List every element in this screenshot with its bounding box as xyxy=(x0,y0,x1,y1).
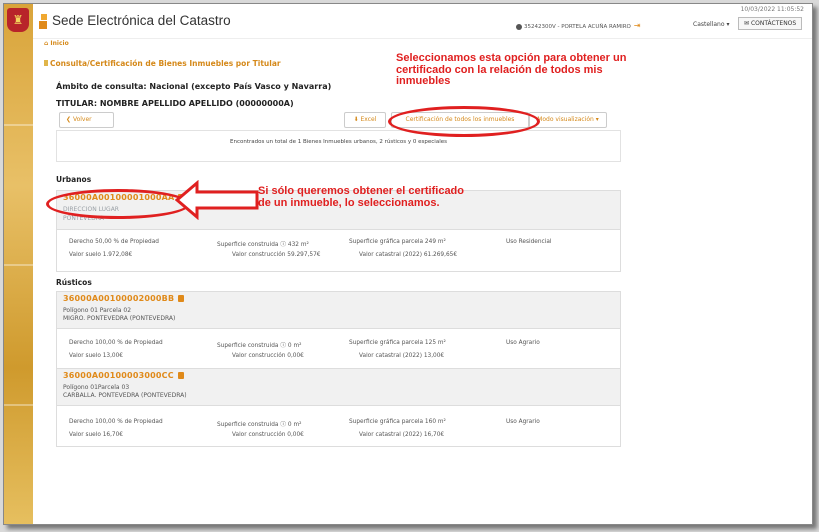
language-label: Castellano xyxy=(693,21,725,28)
titular-info: TITULAR: NOMBRE APELLIDO APELLIDO (00000… xyxy=(56,99,294,108)
highlight-ellipse xyxy=(388,106,540,137)
property-built-area: Superficie construida ⓘ 0 m² xyxy=(217,422,302,428)
excel-label: Excel xyxy=(360,116,377,123)
property-building-value: Valor construcción 0,00€ xyxy=(232,353,304,359)
property-use: Uso Agrario xyxy=(506,340,540,346)
page-title-text: Consulta/Certificación de Bienes Inmuebl… xyxy=(50,59,281,68)
property-built-area: Superficie construida ⓘ 0 m² xyxy=(217,343,302,349)
main-content: Sede Electrónica del Catastro 10/03/2022… xyxy=(33,4,812,524)
user-icon xyxy=(516,23,522,30)
datetime: 10/03/2022 11:05:52 xyxy=(740,6,804,13)
back-button[interactable]: ❮ Volver xyxy=(59,112,114,128)
view-mode-button[interactable]: Modo visualización ▾ xyxy=(529,112,607,128)
sidebar-stripe xyxy=(4,124,33,126)
left-arrow-icon xyxy=(175,180,259,220)
property-cadastral-value: Valor catastral (2022) 16,70€ xyxy=(359,432,445,438)
property-right: Derecho 100,00 % de Propiedad xyxy=(69,419,163,425)
property-header: 36000A00100002000BB Polígono 01 Parcela … xyxy=(57,292,620,329)
property-right: Derecho 50,00 % de Propiedad xyxy=(69,239,159,245)
document-icon[interactable] xyxy=(178,295,185,302)
decorative-sidebar: ♜ xyxy=(4,4,33,524)
sidebar-stripe xyxy=(4,264,33,266)
user-info[interactable]: 35242300V - PORTELA ACUÑA RAMIRO ⇥ xyxy=(516,21,641,30)
view-mode-label: Modo visualización xyxy=(537,116,594,123)
property-right: Derecho 100,00 % de Propiedad xyxy=(69,340,163,346)
user-name: 35242300V - PORTELA ACUÑA RAMIRO xyxy=(524,24,631,30)
back-label: Volver xyxy=(72,116,92,123)
property-graphic-area: Superficie gráfica parcela 160 m² xyxy=(349,419,446,425)
property-built-area: Superficie construida ⓘ 432 m² xyxy=(217,242,309,248)
page-title: Consulta/Certificación de Bienes Inmuebl… xyxy=(44,59,281,68)
site-header: Sede Electrónica del Catastro 10/03/2022… xyxy=(33,4,812,39)
summary-box: Encontrados un total de 1 Bienes Inmuebl… xyxy=(56,130,621,162)
breadcrumb-home[interactable]: Inicio xyxy=(50,40,68,47)
screenshot-frame: ♜ Sede Electrónica del Catastro 10/03/20… xyxy=(3,3,813,525)
property-use: Uso Agrario xyxy=(506,419,540,425)
property-ref[interactable]: 36000A00100003000CC xyxy=(63,371,174,380)
property-ref-link[interactable]: 36000A00100002000BB xyxy=(63,294,185,303)
chevron-down-icon: ▾ xyxy=(595,116,599,123)
property-land-value: Valor suelo 1.972,08€ xyxy=(69,252,133,258)
highlight-ellipse xyxy=(46,189,190,219)
home-icon: ⌂ xyxy=(44,40,49,47)
section-urbanos: Urbanos xyxy=(56,175,92,184)
sidebar-stripe xyxy=(4,404,33,406)
excel-button[interactable]: ⬇ Excel xyxy=(344,112,386,128)
contact-button[interactable]: ✉ CONTÁCTENOS xyxy=(738,17,803,30)
property-cadastral-value: Valor catastral (2022) 61.269,65€ xyxy=(359,252,458,258)
contact-label: CONTÁCTENOS xyxy=(750,20,797,27)
catastro-logo-icon xyxy=(39,21,47,29)
property-location: MIGRO. PONTEVEDRA (PONTEVEDRA) xyxy=(63,315,176,322)
property-header: 36000A00100003000CC Polígono 01Parcela 0… xyxy=(57,369,620,406)
logout-icon[interactable]: ⇥ xyxy=(634,21,641,30)
property-cadastral-value: Valor catastral (2022) 13,00€ xyxy=(359,353,445,359)
summary-text: Encontrados un total de 1 Bienes Inmuebl… xyxy=(230,139,447,145)
consult-scope: Ámbito de consulta: Nacional (excepto Pa… xyxy=(56,82,332,91)
document-icon[interactable] xyxy=(177,372,184,379)
property-location: CARBALLA. PONTEVEDRA (PONTEVEDRA) xyxy=(63,392,187,399)
property-address: Polígono 01 Parcela 02 xyxy=(63,307,132,314)
property-ref[interactable]: 36000A00100002000BB xyxy=(63,294,174,303)
property-graphic-area: Superficie gráfica parcela 125 m² xyxy=(349,340,446,346)
chevron-down-icon: ▾ xyxy=(726,21,730,28)
annotation-certify-all: Seleccionamos esta opción para obtener u… xyxy=(396,52,627,87)
section-rusticos: Rústicos xyxy=(56,278,92,287)
breadcrumb[interactable]: ⌂ Inicio xyxy=(44,40,69,47)
catastro-logo-icon xyxy=(41,14,47,20)
property-address: Polígono 01Parcela 03 xyxy=(63,384,130,391)
coat-of-arms-icon: ♜ xyxy=(7,8,29,32)
property-land-value: Valor suelo 16,70€ xyxy=(69,432,123,438)
property-graphic-area: Superficie gráfica parcela 249 m² xyxy=(349,239,446,245)
property-card: 36000A00100002000BB Polígono 01 Parcela … xyxy=(56,291,621,369)
property-use: Uso Residencial xyxy=(506,239,552,245)
download-icon: ⬇ xyxy=(353,116,359,123)
property-land-value: Valor suelo 13,00€ xyxy=(69,353,123,359)
site-title[interactable]: Sede Electrónica del Catastro xyxy=(52,13,231,28)
language-selector[interactable]: Castellano ▾ xyxy=(693,21,729,28)
property-building-value: Valor construcción 59.297,57€ xyxy=(232,252,321,258)
property-card: 36000A00100003000CC Polígono 01Parcela 0… xyxy=(56,368,621,447)
annotation-single-property: Si sólo queremos obtener el certificado … xyxy=(258,185,464,209)
title-bar-icon xyxy=(44,60,48,66)
property-building-value: Valor construcción 0,00€ xyxy=(232,432,304,438)
mail-icon: ✉ xyxy=(744,20,750,27)
property-ref-link[interactable]: 36000A00100003000CC xyxy=(63,371,184,380)
chevron-left-icon: ❮ xyxy=(66,116,72,123)
